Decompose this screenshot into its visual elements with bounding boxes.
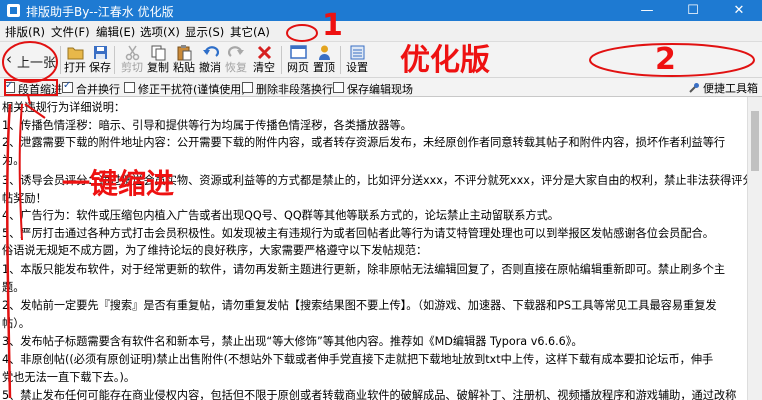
editor-line: 帖奖励！ bbox=[2, 192, 47, 205]
save-session-label: 保存编辑现场 bbox=[347, 83, 413, 96]
toolbar-separator bbox=[340, 46, 341, 74]
undo-button[interactable]: 撤消 bbox=[198, 44, 222, 76]
indent-label: 段首缩进 bbox=[18, 83, 62, 96]
editor-line: 3、诱导会员评分：通过赠送会员实物、资源或利益等的方式都是禁止的，比如评分送xx… bbox=[2, 174, 747, 187]
undo-label: 撤消 bbox=[199, 61, 221, 74]
menu-bar: 排版(R) 文件(F) 编辑(E) 选项(X) 显示(S) 其它(A) bbox=[0, 21, 762, 42]
maximize-button[interactable]: ☐ bbox=[670, 0, 716, 21]
menu-view[interactable]: 显示(S) bbox=[185, 24, 224, 40]
settings-button[interactable]: 设置 bbox=[345, 44, 369, 76]
cut-label: 剪切 bbox=[121, 61, 143, 74]
editor-line: 2、泄露需要下载的附件地址内容：公开需要下载的附件内容，或者转存资源后发布，未经… bbox=[2, 136, 726, 149]
clear-icon bbox=[257, 45, 271, 60]
copy-label: 复制 bbox=[147, 61, 169, 74]
menu-options[interactable]: 选项(X) bbox=[140, 24, 180, 40]
checkbox-unchecked bbox=[124, 82, 135, 93]
editor-line: 5、严厉打击通过各种方式打击会员积极性。如发现被主有违规行为或者回帖者此等行为请… bbox=[2, 227, 714, 240]
open-button[interactable]: 打开 bbox=[63, 44, 87, 76]
paste-icon bbox=[177, 45, 191, 61]
editor-line: 题。 bbox=[2, 281, 25, 294]
quick-tools-label: 便捷工具箱 bbox=[703, 82, 758, 95]
prev-page-button[interactable]: ‹ 上一张 bbox=[2, 44, 58, 75]
wrench-icon bbox=[689, 83, 699, 93]
editor-line: 为。 bbox=[2, 154, 25, 167]
text-editor[interactable]: 相关违规行为详细说明： 1、传播色情淫秽：暗示、引导和提供等行为均属于传播色情淫… bbox=[0, 97, 747, 400]
paste-label: 粘贴 bbox=[173, 61, 195, 74]
remove-line-breaks-label: 删除非段落换行 bbox=[256, 83, 333, 96]
redo-button[interactable]: 恢复 bbox=[224, 44, 248, 76]
clear-label: 清空 bbox=[253, 61, 275, 74]
save-label: 保存 bbox=[89, 61, 111, 74]
scissors-icon bbox=[125, 45, 139, 61]
app-icon bbox=[7, 4, 20, 17]
minimize-button[interactable]: — bbox=[624, 0, 670, 21]
copy-button[interactable]: 复制 bbox=[146, 44, 170, 76]
checkbox-checked bbox=[62, 80, 73, 93]
options-bar: 段首缩进 合并换行 修正干扰符(谨慎使用) 删除非段落换行 保存编辑现场 便捷工… bbox=[0, 78, 762, 97]
redo-icon bbox=[227, 46, 244, 57]
settings-label: 设置 bbox=[346, 61, 368, 74]
menu-edit[interactable]: 编辑(E) bbox=[96, 24, 135, 40]
web-label: 网页 bbox=[287, 61, 309, 74]
pin-top-button[interactable]: 置顶 bbox=[312, 44, 336, 76]
menu-typeset[interactable]: 排版(R) bbox=[5, 24, 45, 40]
fix-interference-label: 修正干扰符(谨慎使用) bbox=[138, 83, 246, 96]
paste-button[interactable]: 粘贴 bbox=[172, 44, 196, 76]
clear-button[interactable]: 清空 bbox=[252, 44, 276, 76]
web-button[interactable]: 网页 bbox=[286, 44, 310, 76]
editor-line: 帖）。 bbox=[2, 317, 30, 330]
title-bar: 排版助手By--江春水 优化版 — ☐ ✕ bbox=[0, 0, 762, 21]
merge-lines-label: 合并换行 bbox=[76, 83, 120, 96]
save-icon bbox=[93, 46, 107, 59]
editor-line: 4、非原创帖((必须有原创证明)禁止出售附件(不想站外下载或者伸手党直接下走就把… bbox=[2, 353, 714, 366]
web-icon bbox=[289, 45, 307, 59]
chevron-left-icon: ‹ bbox=[6, 50, 12, 68]
editor-line: 2、发帖前一定要先『搜索』是否有重复帖，请勿重复发帖【搜索结果图不要上传】。（如… bbox=[2, 299, 717, 312]
vertical-scrollbar[interactable] bbox=[747, 97, 762, 400]
checkbox-unchecked bbox=[333, 82, 344, 93]
editor-line: 3、发布帖子标题需要含有软件名和新本号，禁止出现“等大修饰”等其他内容。推荐如《… bbox=[2, 335, 583, 348]
quick-tools-button[interactable]: 便捷工具箱 bbox=[688, 80, 758, 96]
editor-line: 1、传播色情淫秽：暗示、引导和提供等行为均属于传播色情淫秽，各类播放器等。 bbox=[2, 119, 412, 132]
pin-top-label: 置顶 bbox=[313, 61, 335, 74]
toolbar: ‹ 上一张 打开 保存 剪切 复制 粘贴 撤消 恢复 清空 网页 置顶 设置 bbox=[0, 42, 762, 78]
toolbar-separator bbox=[281, 46, 282, 74]
window-title: 排版助手By--江春水 优化版 bbox=[26, 5, 174, 19]
editor-line: 党也无法一直下载下去。)。 bbox=[2, 371, 136, 384]
open-label: 打开 bbox=[64, 61, 86, 74]
editor-line: 4、广告行为：软件或压缩包内植入广告或者出现QQ号、QQ群等其他等联系方式的，论… bbox=[2, 209, 559, 222]
close-button[interactable]: ✕ bbox=[716, 0, 762, 21]
checkbox-checked bbox=[4, 80, 15, 93]
menu-other[interactable]: 其它(A) bbox=[230, 24, 270, 40]
copy-icon bbox=[151, 45, 165, 61]
pin-top-icon bbox=[318, 45, 330, 60]
settings-icon bbox=[350, 45, 364, 60]
open-folder-icon bbox=[67, 47, 83, 60]
toolbar-separator bbox=[114, 46, 115, 74]
menu-file[interactable]: 文件(F) bbox=[51, 24, 90, 40]
editor-line: 1、本版只能发布软件，对于经常更新的软件，请勿再发新主题进行更新，除非原帖无法编… bbox=[2, 263, 726, 276]
editor-line: 俗语说无规矩不成方圆，为了维持论坛的良好秩序，大家需要严格遵守以下发帖规范： bbox=[2, 244, 428, 257]
prev-page-label: 上一张 bbox=[17, 56, 57, 71]
editor-line: 5、禁止发布任何可能存在商业侵权内容，包括但不限于原创或者转载商业软件的破解成品… bbox=[2, 389, 737, 400]
editor-line: 相关违规行为详细说明： bbox=[2, 101, 126, 114]
cut-button[interactable]: 剪切 bbox=[120, 44, 144, 76]
save-button[interactable]: 保存 bbox=[88, 44, 112, 76]
redo-label: 恢复 bbox=[225, 61, 247, 74]
scrollbar-thumb[interactable] bbox=[751, 111, 759, 171]
checkbox-unchecked bbox=[242, 82, 253, 93]
toolbar-separator bbox=[60, 46, 61, 74]
undo-icon bbox=[202, 46, 219, 57]
